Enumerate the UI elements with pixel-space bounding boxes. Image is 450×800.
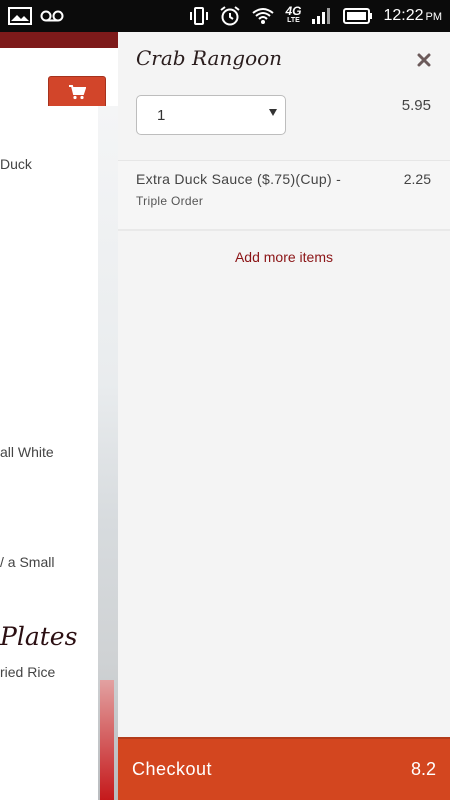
addon-row: Extra Duck Sauce ($.75)(Cup) - Triple Or…: [118, 161, 450, 229]
menu-text-snippet: ried Rice: [0, 664, 56, 680]
checkout-total: 8.2: [410, 759, 436, 779]
checkout-label: Checkout: [132, 759, 213, 779]
menu-text-snippet: Duck: [0, 156, 32, 172]
clock: 12:22 PM: [383, 7, 442, 25]
clock-ampm: PM: [425, 11, 443, 23]
voicemail-icon: [40, 9, 64, 23]
item-title: Crab Rangoon: [136, 46, 283, 70]
clock-time: 12:22: [383, 7, 424, 24]
header-band: [0, 32, 118, 48]
network-sublabel: LTE: [287, 17, 300, 24]
gallery-icon: [8, 7, 32, 25]
vibrate-icon: [189, 6, 209, 26]
menu-section-heading: Plates: [0, 622, 78, 651]
quantity-select[interactable]: 1: [136, 95, 286, 135]
network-label: 4G: [285, 4, 302, 18]
cart-item: Crab Rangoon 1 5.95 Extra Duck Sauce ($.…: [118, 32, 450, 231]
cart-icon: [68, 84, 87, 104]
background-page: Duck all White / a Small Plates ried Ric…: [0, 32, 118, 800]
wifi-icon: [251, 6, 275, 26]
close-icon[interactable]: [415, 51, 433, 69]
item-price: 5.95: [401, 97, 431, 114]
addon-name: Extra Duck Sauce ($.75)(Cup) -: [136, 171, 342, 187]
menu-text-snippet: / a Small: [0, 554, 55, 570]
signal-icon: [311, 7, 333, 25]
status-bar: 4G LTE 12:22 PM: [0, 0, 450, 32]
battery-icon: [343, 8, 373, 24]
menu-text-snippet: all White: [0, 444, 54, 460]
quantity-value: 1: [157, 106, 166, 124]
chevron-down-icon: [269, 109, 277, 116]
divider: [118, 229, 450, 231]
cart-panel: Crab Rangoon 1 5.95 Extra Duck Sauce ($.…: [118, 32, 450, 800]
addon-option: Triple Order: [136, 194, 204, 208]
background-image: [98, 106, 118, 800]
network-type-icon: 4G LTE: [285, 4, 302, 25]
add-more-items-link[interactable]: Add more items: [118, 249, 450, 265]
addon-price: 2.25: [403, 171, 431, 187]
alarm-icon: [219, 5, 241, 27]
site-header: [0, 48, 118, 112]
checkout-button[interactable]: Checkout 8.2: [118, 737, 450, 800]
menu-list: Duck all White / a Small Plates ried Ric…: [0, 106, 98, 800]
